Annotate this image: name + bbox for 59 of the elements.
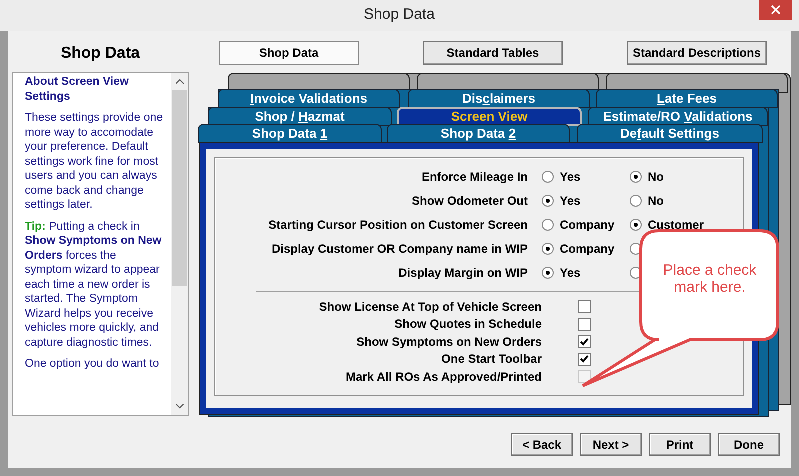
radio-label: Company [560, 241, 615, 258]
tab[interactable]: Shop Data 1 [198, 124, 382, 143]
scrollbar-thumb[interactable] [172, 90, 187, 286]
page-heading: Shop Data [60, 44, 142, 64]
radio-label: Customer [648, 217, 704, 234]
radio-button[interactable] [542, 171, 554, 183]
scroll-down-icon[interactable] [176, 404, 184, 409]
tab[interactable]: Screen View [397, 107, 582, 126]
help-paragraph: These settings provide one more way to accomodate your preference. Default settings work fine for most users and you can always come back and change settings later. [25, 111, 164, 212]
tab[interactable]: Shop Data 2 [387, 124, 570, 143]
radio-label: Yes [560, 265, 581, 282]
tab[interactable]: Invoice Validations [218, 89, 400, 108]
tab[interactable]: Disclaimers [408, 89, 590, 108]
radio-button[interactable] [542, 195, 554, 207]
radio-label: Company [560, 217, 615, 234]
header-button[interactable]: Standard Tables [423, 41, 563, 65]
setting-label: Show License At Top of Vehicle Screen [318, 298, 542, 316]
setting-label: Show Symptoms on New Orders [356, 334, 542, 351]
checkbox[interactable] [578, 335, 591, 348]
setting-label: Enforce Mileage In [420, 169, 528, 186]
setting-label: Display Margin on WIP [398, 265, 528, 282]
radio-label: No [648, 169, 664, 186]
tab[interactable]: Default Settings [577, 124, 763, 143]
callout-text: Place a check mark here. [662, 262, 758, 296]
help-title: About Screen View Settings [25, 75, 130, 104]
radio-label: No [648, 193, 664, 210]
nav-button[interactable]: Done [718, 433, 780, 456]
setting-label: Show Odometer Out [410, 193, 528, 210]
radio-button[interactable] [542, 267, 554, 279]
close-icon [770, 5, 780, 15]
checkbox[interactable] [578, 318, 591, 331]
setting-label: Show Quotes in Schedule [394, 316, 542, 334]
nav-button[interactable]: < Back [511, 433, 573, 456]
header-button[interactable]: Shop Data [219, 41, 359, 65]
tab[interactable]: Shop / Hazmat [208, 107, 392, 126]
setting-label: Starting Cursor Position on Customer Screen [268, 217, 528, 234]
header-button[interactable]: Standard Descriptions [627, 41, 767, 65]
checkbox[interactable] [578, 352, 591, 366]
radio-label: Yes [560, 193, 581, 210]
setting-label: Display Customer OR Company name in WIP [270, 241, 528, 258]
radio-button[interactable] [630, 171, 642, 183]
radio-button[interactable] [630, 219, 642, 231]
close-button[interactable] [759, 0, 792, 20]
scroll-up-icon[interactable] [176, 79, 184, 84]
radio-label: Yes [560, 169, 581, 186]
nav-button[interactable]: Next > [580, 433, 642, 456]
help-paragraph: Tip: Putting a check in Show Symptoms on New Orders forces the symptom wizard to appear each time a new order is started. The Symptom Wizard helps you receive vehicles more quickly, and capture diagnostic times. [25, 220, 163, 350]
setting-label: One Start Toolbar [440, 351, 542, 368]
nav-button[interactable]: Print [649, 433, 711, 456]
checkbox[interactable] [578, 300, 591, 314]
radio-button[interactable] [542, 219, 554, 231]
radio-button[interactable] [542, 243, 554, 255]
window-title: Shop Data [364, 5, 435, 26]
tab[interactable]: Estimate/RO Validations [588, 107, 768, 126]
scrollbar[interactable] [171, 73, 188, 415]
radio-button[interactable] [630, 195, 642, 207]
help-paragraph: One option you do want to [25, 357, 160, 372]
setting-label: Mark All ROs As Approved/Printed [344, 368, 542, 386]
tab[interactable]: Late Fees [596, 89, 778, 108]
